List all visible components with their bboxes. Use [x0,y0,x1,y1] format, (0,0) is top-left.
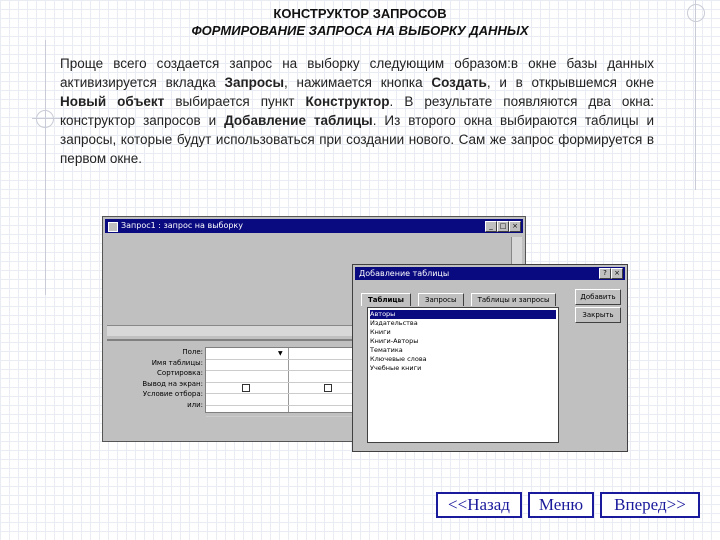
bold-term: Конструктор [305,94,390,109]
body-paragraph: Проще всего создается запрос на выборку … [60,54,654,168]
decorative-line [45,40,46,295]
add-table-dialog: Добавление таблицы ? × Таблицы Запросы Т… [352,264,628,452]
back-button[interactable]: <<Назад [436,492,522,518]
close-button: Закрыть [575,307,621,323]
tab-tables-and-queries: Таблицы и запросы [470,293,557,306]
list-item: Учебные книги [370,364,422,372]
decorative-circle [36,110,54,128]
text-run: , и в открывшемся окне [486,75,654,90]
grid-row [206,383,360,394]
list-item: Издательства [370,319,418,327]
page-subtitle: ФОРМИРОВАНИЕ ЗАПРОСА НА ВЫБОРКУ ДАННЫХ [191,23,529,38]
query-grid: ▼ [205,347,361,417]
bold-term: Запросы [224,75,284,90]
text-run: , нажимается кнопка [284,75,432,90]
maximize-icon: □ [497,221,509,232]
grid-label: или: [187,400,203,409]
grid-label: Условие отбора: [142,390,203,398]
list-item: Тематика [370,346,403,354]
text-run: выбирается пункт [164,94,306,109]
checkbox-icon [242,383,250,392]
bold-term: Создать [431,75,487,90]
table-list: Авторы Издательства Книги Книги-Авторы Т… [367,307,559,443]
list-item: Ключевые слова [370,355,427,363]
menu-button[interactable]: Меню [528,492,594,518]
grid-row [206,406,360,417]
grid-row: ▼ [206,348,360,360]
grid-row [206,360,360,371]
grid-label: Имя таблицы: [151,358,203,367]
list-item: Книги-Авторы [370,337,419,345]
forward-button[interactable]: Вперед>> [600,492,700,518]
dialog-titlebar: Добавление таблицы ? × [355,267,625,280]
close-icon: × [509,221,521,232]
grid-label: Поле: [182,348,203,356]
bold-term: Добавление таблицы [224,113,373,128]
grid-row-labels: Поле: Имя таблицы: Сортировка: Вывод на … [107,347,203,410]
checkbox-icon [324,383,332,392]
grid-label: Вывод на экран: [142,379,203,388]
window-icon [108,222,118,232]
tab-queries: Запросы [418,293,464,306]
window-titlebar: Запрос1 : запрос на выборку _ □ × [105,219,523,233]
grid-label: Сортировка: [157,369,203,377]
list-item: Авторы [370,310,556,319]
grid-row [206,394,360,406]
window-title: Запрос1 : запрос на выборку [121,221,243,230]
add-button: Добавить [575,289,621,305]
minimize-icon: _ [485,221,497,232]
chevron-down-icon: ▼ [278,350,283,357]
tab-tables: Таблицы [361,293,411,306]
list-item: Книги [370,328,391,336]
close-icon: × [611,268,623,279]
grid-row [206,371,360,383]
dialog-title: Добавление таблицы [359,269,450,278]
help-icon: ? [599,268,611,279]
page-title: КОНСТРУКТОР ЗАПРОСОВ [273,6,447,21]
bold-term: Новый объект [60,94,165,109]
dialog-tabs: Таблицы Запросы Таблицы и запросы [361,287,558,306]
